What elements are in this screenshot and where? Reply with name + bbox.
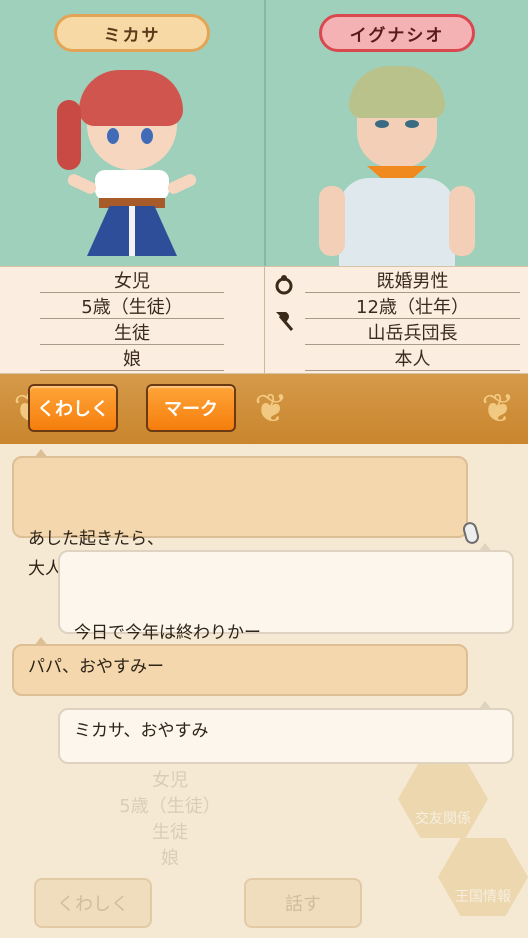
speech-text-4: ミカサ、おやすみ [74,721,209,741]
info-right-age: 12歳（壮年） [305,293,520,319]
info-left: 女児 5歳（生徒） 生徒 娘 [0,267,264,373]
axe-icon [271,307,297,333]
bg-talk-button: 話す [244,878,362,928]
speech-bubble-4: ミカサ、おやすみ [58,701,514,764]
info-left-job: 生徒 [40,319,224,345]
speech-bubble-3: パパ、おやすみー [12,637,468,696]
info-right-marital: 既婚男性 [305,267,520,293]
info-left-relation: 娘 [40,345,224,371]
bg-detail-button: くわしく [34,878,152,928]
info-right-relation: 本人 [305,345,520,371]
info-left-age: 5歳（生徒） [40,293,224,319]
portraits-panel: ミカサ イグナシオ [0,0,528,266]
ornament-center-icon: ❦ [254,386,288,432]
info-right-job: 山岳兵団長 [305,319,520,345]
mark-button[interactable]: マーク [146,384,236,432]
info-table: 女児 5歳（生徒） 生徒 娘 既婚男性 12歳（壮年） 山岳兵団長 本人 [0,266,528,374]
bg-row-job: 生徒 [152,822,188,843]
speech-bubble-1: あした起きたら、 大人になってたりするかなー [12,449,481,579]
character-name-left: ミカサ [54,14,210,52]
speech-bubble-2: 今日で今年は終わりかー 早いなー…… [58,543,514,673]
portrait-left: ミカサ [0,0,264,266]
paperclip-icon [461,520,481,546]
info-left-gender: 女児 [40,267,224,293]
character-name-right: イグナシオ [319,14,475,52]
bg-row-gender: 女児 [152,770,188,791]
portrait-right: イグナシオ [264,0,528,266]
bg-friend-menu: 交友関係 [398,760,488,838]
bg-row-relation: 娘 [161,848,179,869]
character-sprite-left [57,70,207,266]
bg-kingdom-menu: 王国情報 [438,838,528,916]
action-bar: ❦ ❦ ❦ くわしく マーク [0,374,528,444]
info-right: 既婚男性 12歳（壮年） 山岳兵団長 本人 [264,267,528,373]
character-sprite-right [317,66,477,266]
lower-area: 女児 5歳（生徒） 生徒 娘 くわしく 話す 交友関係 王国情報 あした起きたら… [0,444,528,938]
speech-text-3: パパ、おやすみー [28,657,164,677]
ornament-right-icon: ❦ [481,386,515,432]
bg-row-age: 5歳（生徒） [119,796,221,817]
ring-icon [271,271,297,297]
detail-button[interactable]: くわしく [28,384,118,432]
